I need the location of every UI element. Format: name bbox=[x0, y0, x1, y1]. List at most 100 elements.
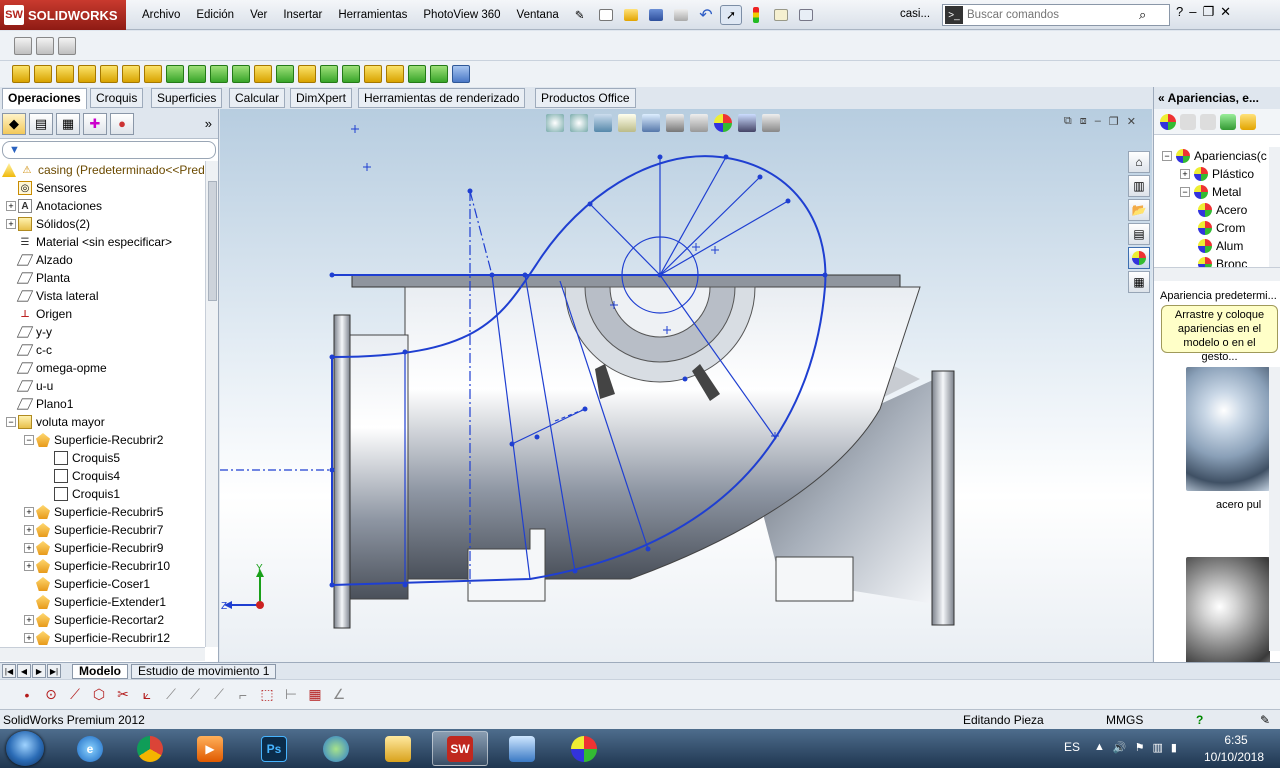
line-icon[interactable]: ⟋ bbox=[66, 686, 84, 703]
tree-item[interactable]: Vista lateral bbox=[6, 287, 98, 305]
refresh-icon[interactable] bbox=[1220, 113, 1236, 130]
start-button[interactable] bbox=[6, 731, 44, 766]
power-icon[interactable]: ▮ bbox=[1171, 741, 1177, 754]
first-tab-icon[interactable]: |◀ bbox=[2, 664, 16, 678]
solidworks-logo[interactable]: SW SOLIDWORKS bbox=[0, 0, 126, 30]
trim-icon[interactable]: ✂ bbox=[114, 686, 132, 703]
cut-revolve-icon[interactable] bbox=[122, 65, 140, 83]
sketch-point[interactable] bbox=[572, 568, 578, 574]
print-icon[interactable] bbox=[670, 5, 692, 25]
appearance-swatch-chrome[interactable] bbox=[1186, 557, 1270, 662]
tree-filter[interactable]: ▼ bbox=[2, 141, 216, 159]
tree-item[interactable]: + Superficie-Recubrir9 bbox=[24, 539, 163, 557]
tree-scrollbar[interactable] bbox=[205, 161, 218, 647]
clock-date[interactable]: 10/10/2018 bbox=[1194, 750, 1274, 764]
polygon-icon[interactable]: ⬡ bbox=[90, 686, 108, 703]
sketch-point[interactable] bbox=[657, 154, 663, 160]
sketch-point[interactable] bbox=[682, 376, 688, 382]
taskbar-media[interactable]: ▶ bbox=[182, 731, 238, 766]
tree-item[interactable]: ☰ Material <sin especificar> bbox=[6, 233, 173, 251]
network-icon[interactable]: ▥ bbox=[1152, 741, 1162, 754]
design-library-icon[interactable]: ▥ bbox=[1128, 175, 1150, 197]
taskbar-photoshop[interactable]: Ps bbox=[246, 731, 302, 766]
sweep-icon[interactable] bbox=[56, 65, 74, 83]
sketch-point[interactable] bbox=[645, 546, 651, 552]
menu-ventana[interactable]: Ventana bbox=[509, 9, 567, 21]
extend-icon[interactable]: ⟀ bbox=[138, 686, 156, 703]
loft-icon[interactable] bbox=[78, 65, 96, 83]
intersect-icon[interactable] bbox=[320, 65, 338, 83]
resources-home-icon[interactable]: ⌂ bbox=[1128, 151, 1150, 173]
dome-icon[interactable] bbox=[342, 65, 360, 83]
taskbar-ie[interactable]: e bbox=[62, 731, 118, 766]
sketch-point[interactable] bbox=[587, 201, 593, 207]
select-icon[interactable]: ➚ bbox=[720, 5, 742, 25]
tree-item[interactable]: − voluta mayor bbox=[6, 413, 105, 431]
tree-item[interactable]: Croquis4 bbox=[42, 467, 120, 485]
appearances-tab-icon[interactable] bbox=[1128, 247, 1150, 269]
tag-icon[interactable]: ✎ bbox=[1260, 713, 1270, 727]
view-palette-icon[interactable]: ▤ bbox=[1128, 223, 1150, 245]
expand-icon[interactable]: + bbox=[6, 219, 16, 229]
surface-icon[interactable] bbox=[364, 65, 382, 83]
tree-item[interactable]: + Superficie-Recubrir5 bbox=[24, 503, 163, 521]
appearance-tree-hscrollbar[interactable] bbox=[1154, 267, 1280, 281]
mirror-icon[interactable] bbox=[298, 65, 316, 83]
camera-icon[interactable] bbox=[14, 37, 32, 55]
point-icon[interactable]: • bbox=[18, 687, 36, 703]
tree-root[interactable]: ⚠ casing (Predeterminado<<Pred bbox=[2, 161, 205, 179]
save-icon[interactable] bbox=[645, 5, 667, 25]
collapse-icon[interactable]: « bbox=[1158, 91, 1165, 105]
help-icon[interactable]: ? bbox=[1176, 4, 1183, 20]
clock-time[interactable]: 6:35 bbox=[1206, 733, 1266, 747]
appearance-tree-item[interactable]: Crom bbox=[1198, 219, 1245, 237]
sketch-point[interactable] bbox=[489, 272, 495, 278]
sketch-point[interactable] bbox=[723, 154, 729, 160]
circle-icon[interactable]: ⊙ bbox=[42, 686, 60, 703]
volume-icon[interactable]: 🔊 bbox=[1113, 741, 1127, 754]
tree-item[interactable]: Superficie-Extender1 bbox=[24, 593, 166, 611]
tab-croquis[interactable]: Croquis bbox=[90, 88, 144, 108]
search-input[interactable] bbox=[967, 9, 1137, 21]
fillet-icon[interactable] bbox=[144, 65, 162, 83]
add-folder-icon[interactable] bbox=[1180, 113, 1196, 130]
tree-item[interactable]: + Superficie-Recubrir10 bbox=[24, 557, 170, 575]
expand-icon[interactable]: + bbox=[24, 615, 34, 625]
collapse-icon[interactable]: − bbox=[6, 417, 16, 427]
sketch-point[interactable] bbox=[467, 188, 473, 194]
open-folder-icon[interactable] bbox=[1200, 113, 1216, 130]
sketch-point[interactable] bbox=[329, 582, 335, 588]
tree-item[interactable]: − Superficie-Recubrir2 bbox=[24, 431, 163, 449]
expand-icon[interactable]: + bbox=[24, 543, 34, 553]
close-icon[interactable]: ✕ bbox=[1220, 4, 1231, 20]
grid-icon[interactable]: ▦ bbox=[306, 686, 324, 703]
new-document-icon[interactable] bbox=[595, 5, 617, 25]
rib-icon[interactable] bbox=[188, 65, 206, 83]
instant3d-icon[interactable] bbox=[430, 65, 448, 83]
tab-modelo[interactable]: Modelo bbox=[72, 664, 128, 679]
reference-geometry-icon[interactable] bbox=[386, 65, 404, 83]
sketch-point[interactable] bbox=[822, 272, 828, 278]
sketch-point[interactable] bbox=[402, 349, 408, 355]
tab-calcular[interactable]: Calcular bbox=[229, 88, 286, 108]
sketch-point[interactable] bbox=[757, 174, 763, 180]
expand-icon[interactable]: + bbox=[24, 633, 34, 643]
cad-model-view[interactable]: Y Z bbox=[220, 109, 1152, 662]
taskbar-chrome[interactable] bbox=[122, 731, 178, 766]
chevron-right-icon[interactable]: » bbox=[205, 116, 212, 131]
rebuild-icon[interactable] bbox=[745, 5, 767, 25]
appearance-tree-item[interactable]: + Plástico bbox=[1180, 165, 1254, 183]
menu-insertar[interactable]: Insertar bbox=[275, 9, 330, 21]
units-status[interactable]: MMGS bbox=[1106, 713, 1143, 727]
show-hidden-icons-icon[interactable]: ▲ bbox=[1094, 741, 1105, 754]
graphics-area[interactable]: ⧉ ⧈ – ❐ ✕ Y Z ⌂ ▥ 📂 ▤ ▦ bbox=[220, 109, 1152, 662]
search-icon[interactable]: ⌕ bbox=[1139, 7, 1146, 23]
file-explorer-icon[interactable]: 📂 bbox=[1128, 199, 1150, 221]
language-indicator[interactable]: ES bbox=[1064, 740, 1080, 754]
custom-properties-icon[interactable]: ▦ bbox=[1128, 271, 1150, 293]
tree-item[interactable]: + Superficie-Recubrir12 bbox=[24, 629, 170, 647]
tree-item[interactable]: ⊥ Origen bbox=[6, 305, 72, 323]
record-icon[interactable] bbox=[36, 37, 54, 55]
sketch-centerline-2[interactable] bbox=[469, 190, 493, 276]
tree-item[interactable]: + Superficie-Recubrir7 bbox=[24, 521, 163, 539]
